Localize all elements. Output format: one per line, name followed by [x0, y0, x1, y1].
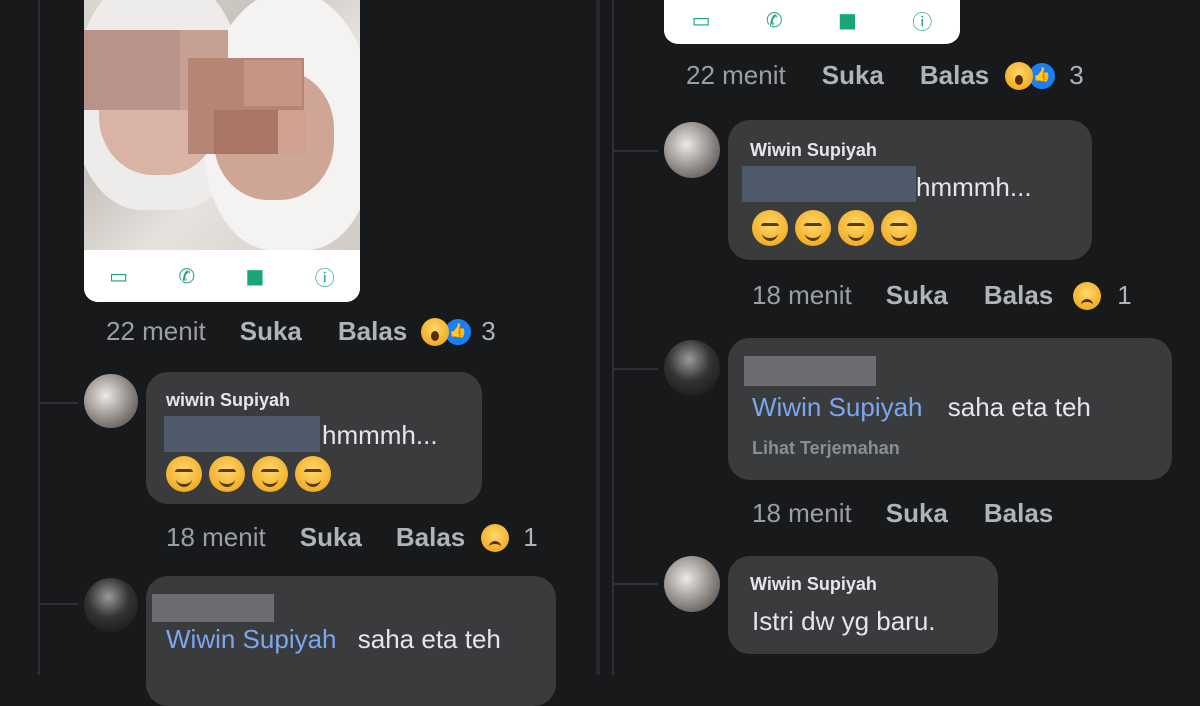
message-icon[interactable]: ▭ — [109, 264, 128, 288]
timestamp: 18 menit — [752, 280, 852, 310]
face-pixelation — [84, 30, 180, 110]
reaction-summary[interactable]: 1 — [481, 522, 538, 553]
comment-text: hmmmh... — [322, 420, 438, 450]
redacted-text — [164, 416, 320, 452]
reaction-count: 3 — [1069, 60, 1084, 90]
comment-bubble — [728, 556, 998, 654]
reaction-count: 1 — [1117, 280, 1132, 310]
reply-button[interactable]: Balas — [338, 316, 407, 347]
blurred-photo — [84, 0, 360, 250]
avatar[interactable] — [664, 122, 720, 178]
video-icon[interactable]: ■ — [246, 264, 265, 288]
reaction-count: 3 — [481, 316, 496, 346]
avatar[interactable] — [664, 556, 720, 612]
reaction-summary[interactable]: 3 — [421, 316, 496, 347]
info-icon[interactable]: ⓘ — [315, 262, 335, 291]
smile-emoji-icon — [209, 456, 245, 492]
wow-reaction-icon — [421, 317, 450, 346]
reaction-summary[interactable]: 1 — [1073, 280, 1132, 311]
timestamp: 18 menit — [752, 498, 852, 528]
thread-branch — [612, 368, 658, 370]
like-button[interactable]: Suka — [822, 60, 884, 91]
sad-reaction-icon — [1073, 281, 1102, 310]
mention-link[interactable]: Wiwin Supiyah — [752, 392, 923, 422]
thread-branch — [612, 583, 658, 585]
reply-button[interactable]: Balas — [984, 280, 1053, 311]
thread-line-right — [612, 0, 614, 675]
emoji-row — [752, 210, 917, 246]
thread-branch — [38, 402, 78, 404]
comment-author[interactable]: Wiwin Supiyah — [750, 140, 877, 161]
video-icon[interactable]: ■ — [838, 8, 857, 32]
wow-reaction-icon — [1005, 61, 1034, 90]
phone-icon[interactable]: ✆ — [766, 8, 783, 32]
like-button[interactable]: Suka — [886, 498, 948, 529]
post-meta: 22 menit Suka Balas 3 — [686, 60, 1084, 91]
smile-emoji-icon — [838, 210, 874, 246]
thread-line-left — [38, 0, 40, 675]
phone-icon[interactable]: ✆ — [178, 264, 195, 288]
comment-text: hmmmh... — [916, 172, 1032, 202]
photo-card[interactable]: ▭ ✆ ■ ⓘ — [664, 0, 960, 44]
smile-emoji-icon — [295, 456, 331, 492]
timestamp: 18 menit — [166, 522, 266, 552]
see-translation-link[interactable]: Lihat Terjemahan — [752, 438, 900, 459]
comment-text: Wiwin Supiyah saha eta teh — [166, 624, 501, 654]
thread-branch — [38, 603, 78, 605]
smile-emoji-icon — [752, 210, 788, 246]
reaction-summary[interactable]: 3 — [1005, 60, 1084, 91]
thread-branch — [612, 150, 658, 152]
comment-meta: 18 menit Suka Balas 1 — [166, 522, 538, 553]
redacted-name — [152, 594, 274, 622]
reply-button[interactable]: Balas — [984, 498, 1053, 529]
emoji-row — [166, 456, 331, 492]
card-action-bar: ▭ ✆ ■ ⓘ — [84, 250, 360, 302]
like-button[interactable]: Suka — [240, 316, 302, 347]
redacted-name — [744, 356, 876, 386]
reply-button[interactable]: Balas — [396, 522, 465, 553]
smile-emoji-icon — [166, 456, 202, 492]
redacted-text — [742, 166, 916, 202]
comment-meta: 18 menit Suka Balas — [752, 498, 1053, 529]
sad-reaction-icon — [481, 523, 510, 552]
avatar[interactable] — [84, 578, 138, 632]
message-icon[interactable]: ▭ — [692, 8, 711, 32]
avatar[interactable] — [84, 374, 138, 428]
reaction-count: 1 — [523, 522, 538, 552]
smile-emoji-icon — [795, 210, 831, 246]
reply-button[interactable]: Balas — [920, 60, 989, 91]
smile-emoji-icon — [881, 210, 917, 246]
timestamp: 22 menit — [686, 60, 786, 90]
mention-link[interactable]: Wiwin Supiyah — [166, 624, 337, 654]
comment-author[interactable]: wiwin Supiyah — [166, 390, 290, 411]
avatar[interactable] — [664, 340, 720, 396]
timestamp: 22 menit — [106, 316, 206, 346]
like-button[interactable]: Suka — [300, 522, 362, 553]
photo-card[interactable]: ▭ ✆ ■ ⓘ — [84, 0, 360, 302]
like-button[interactable]: Suka — [886, 280, 948, 311]
screenshot-divider — [596, 0, 600, 675]
comment-text: Wiwin Supiyah saha eta teh — [752, 392, 1091, 422]
info-icon[interactable]: ⓘ — [912, 6, 932, 35]
comment-author[interactable]: Wiwin Supiyah — [750, 574, 877, 595]
card-action-bar: ▭ ✆ ■ ⓘ — [664, 0, 960, 40]
smile-emoji-icon — [252, 456, 288, 492]
post-meta: 22 menit Suka Balas 3 — [106, 316, 496, 347]
comment-meta: 18 menit Suka Balas 1 — [752, 280, 1132, 311]
comment-text: Istri dw yg baru. — [752, 606, 936, 636]
